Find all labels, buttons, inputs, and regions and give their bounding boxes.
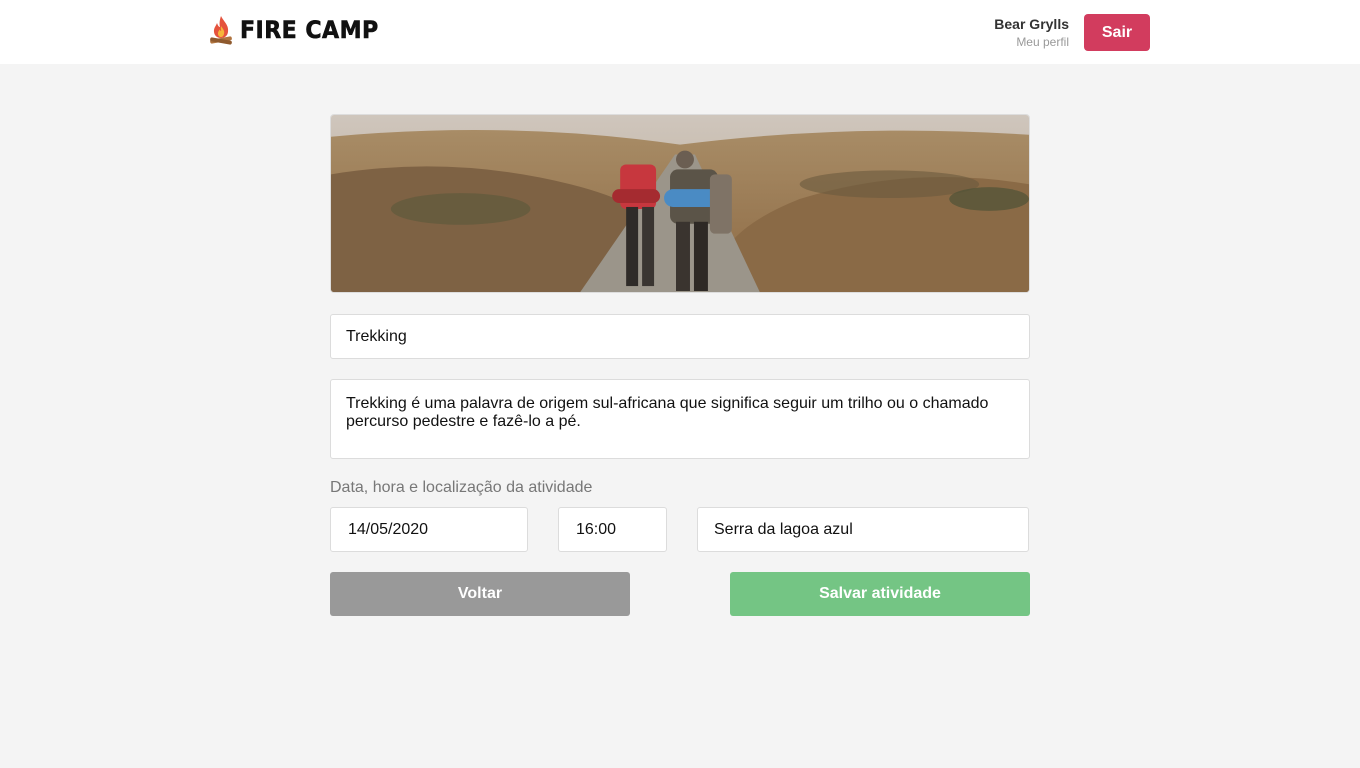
- activity-location-input[interactable]: [697, 507, 1029, 552]
- activity-description-textarea[interactable]: Trekking é uma palavra de origem sul-afr…: [330, 379, 1030, 459]
- user-profile: Bear Grylls Meu perfil: [994, 16, 1069, 50]
- activity-date-input[interactable]: [330, 507, 528, 552]
- schedule-section-label: Data, hora e localização da atividade: [330, 479, 593, 496]
- profile-link[interactable]: Meu perfil: [994, 34, 1069, 50]
- user-name: Bear Grylls: [994, 16, 1069, 32]
- campfire-icon: [210, 16, 232, 45]
- activity-form: Trekking é uma palavra de origem sul-afr…: [330, 114, 1030, 616]
- activity-cover-image[interactable]: [330, 114, 1030, 293]
- activity-time-input[interactable]: [558, 507, 667, 552]
- brand-name: FIRE CAMP: [240, 16, 379, 45]
- activity-title-input[interactable]: [330, 314, 1030, 359]
- logo[interactable]: FIRE CAMP: [208, 14, 391, 46]
- logout-button[interactable]: Sair: [1084, 14, 1150, 51]
- back-button[interactable]: Voltar: [330, 572, 630, 616]
- save-activity-button[interactable]: Salvar atividade: [730, 572, 1030, 616]
- top-navbar: FIRE CAMP Bear Grylls Meu perfil Sair: [0, 0, 1360, 64]
